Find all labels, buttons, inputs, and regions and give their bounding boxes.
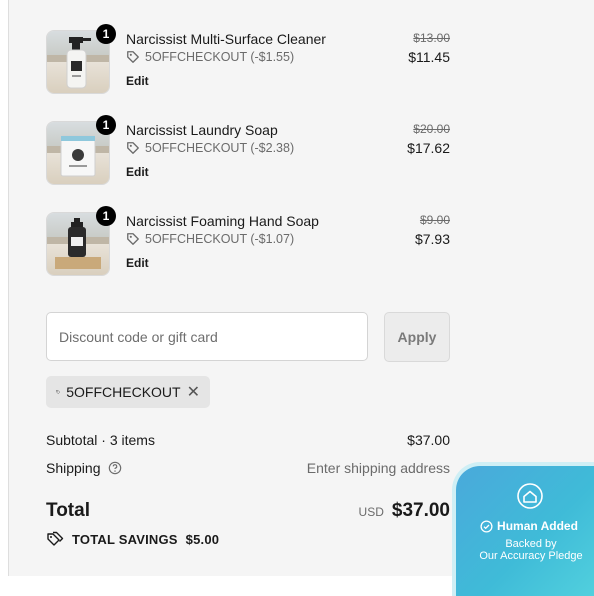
tag-icon <box>56 390 61 394</box>
subtotal-value: $37.00 <box>407 432 450 448</box>
discount-text: 5OFFCHECKOUT (-$1.55) <box>145 50 295 64</box>
total-label: Total <box>46 500 90 521</box>
line-item: 1 Narcissist Multi-Surface Cleaner 5OFFC… <box>46 24 450 94</box>
shipping-label: Shipping <box>46 460 101 476</box>
tag-icon <box>127 51 139 63</box>
total-value: $37.00 <box>391 500 450 521</box>
original-price: $20.00 <box>413 122 450 136</box>
discount-text: 5OFFCHECKOUT (-$1.07) <box>145 232 295 246</box>
discounted-price: $17.62 <box>407 140 450 156</box>
product-name: Narcissist Foaming Hand Soap <box>126 213 319 229</box>
apply-button[interactable]: Apply <box>384 312 450 362</box>
quantity-badge: 1 <box>96 24 116 44</box>
discounted-price: $7.93 <box>414 231 450 247</box>
original-price: $13.00 <box>413 31 450 45</box>
edit-link[interactable]: Edit <box>126 256 149 270</box>
help-icon[interactable] <box>108 461 122 475</box>
applied-code: 5OFFCHECKOUT <box>66 384 181 400</box>
quantity-badge: 1 <box>96 206 116 226</box>
discounted-price: $11.45 <box>408 49 450 65</box>
discount-text: 5OFFCHECKOUT (-$2.38) <box>145 141 295 155</box>
line-item: 1 Narcissist Laundry Soap 5OFFCHECKOUT (… <box>46 115 450 185</box>
line-item: 1 Narcissist Foaming Hand Soap 5OFFCHECK… <box>46 206 450 276</box>
product-name: Narcissist Laundry Soap <box>126 122 278 138</box>
discount-code-input[interactable] <box>46 312 368 361</box>
savings-value: $5.00 <box>185 531 220 547</box>
home-shield-icon <box>517 483 543 509</box>
pledge-line-2: Our Accuracy Pledge <box>479 550 583 562</box>
product-name: Narcissist Multi-Surface Cleaner <box>126 31 326 47</box>
edit-link[interactable]: Edit <box>126 74 149 88</box>
original-price: $9.00 <box>419 213 450 227</box>
remove-code-icon[interactable]: ✕ <box>187 382 200 402</box>
check-circle-icon <box>480 519 493 533</box>
subtotal-row: Subtotal · 3 items $37.00 <box>46 432 450 448</box>
subtotal-label: Subtotal · 3 items <box>46 432 155 448</box>
total-value-group: USD $37.00 <box>359 500 450 522</box>
quantity-badge: 1 <box>96 115 116 135</box>
pledge-line-1: Backed by <box>505 538 557 550</box>
item-discount: 5OFFCHECKOUT (-$1.07) <box>126 232 294 246</box>
applied-code-chip: 5OFFCHECKOUT ✕ <box>46 376 210 408</box>
tag-icon <box>127 233 139 245</box>
pledge-title: Human Added <box>497 519 578 533</box>
tags-icon <box>47 531 64 546</box>
shipping-row: Shipping Enter shipping address <box>46 460 450 476</box>
total-savings: TOTAL SAVINGS $5.00 <box>46 531 219 547</box>
tag-icon <box>127 142 139 154</box>
edit-link[interactable]: Edit <box>126 165 149 179</box>
pledge-title-row: Human Added <box>456 519 594 533</box>
currency-code: USD <box>358 505 384 519</box>
savings-label: TOTAL SAVINGS <box>72 531 178 547</box>
shipping-value: Enter shipping address <box>306 460 450 476</box>
item-discount: 5OFFCHECKOUT (-$2.38) <box>126 141 294 155</box>
item-discount: 5OFFCHECKOUT (-$1.55) <box>126 50 294 64</box>
